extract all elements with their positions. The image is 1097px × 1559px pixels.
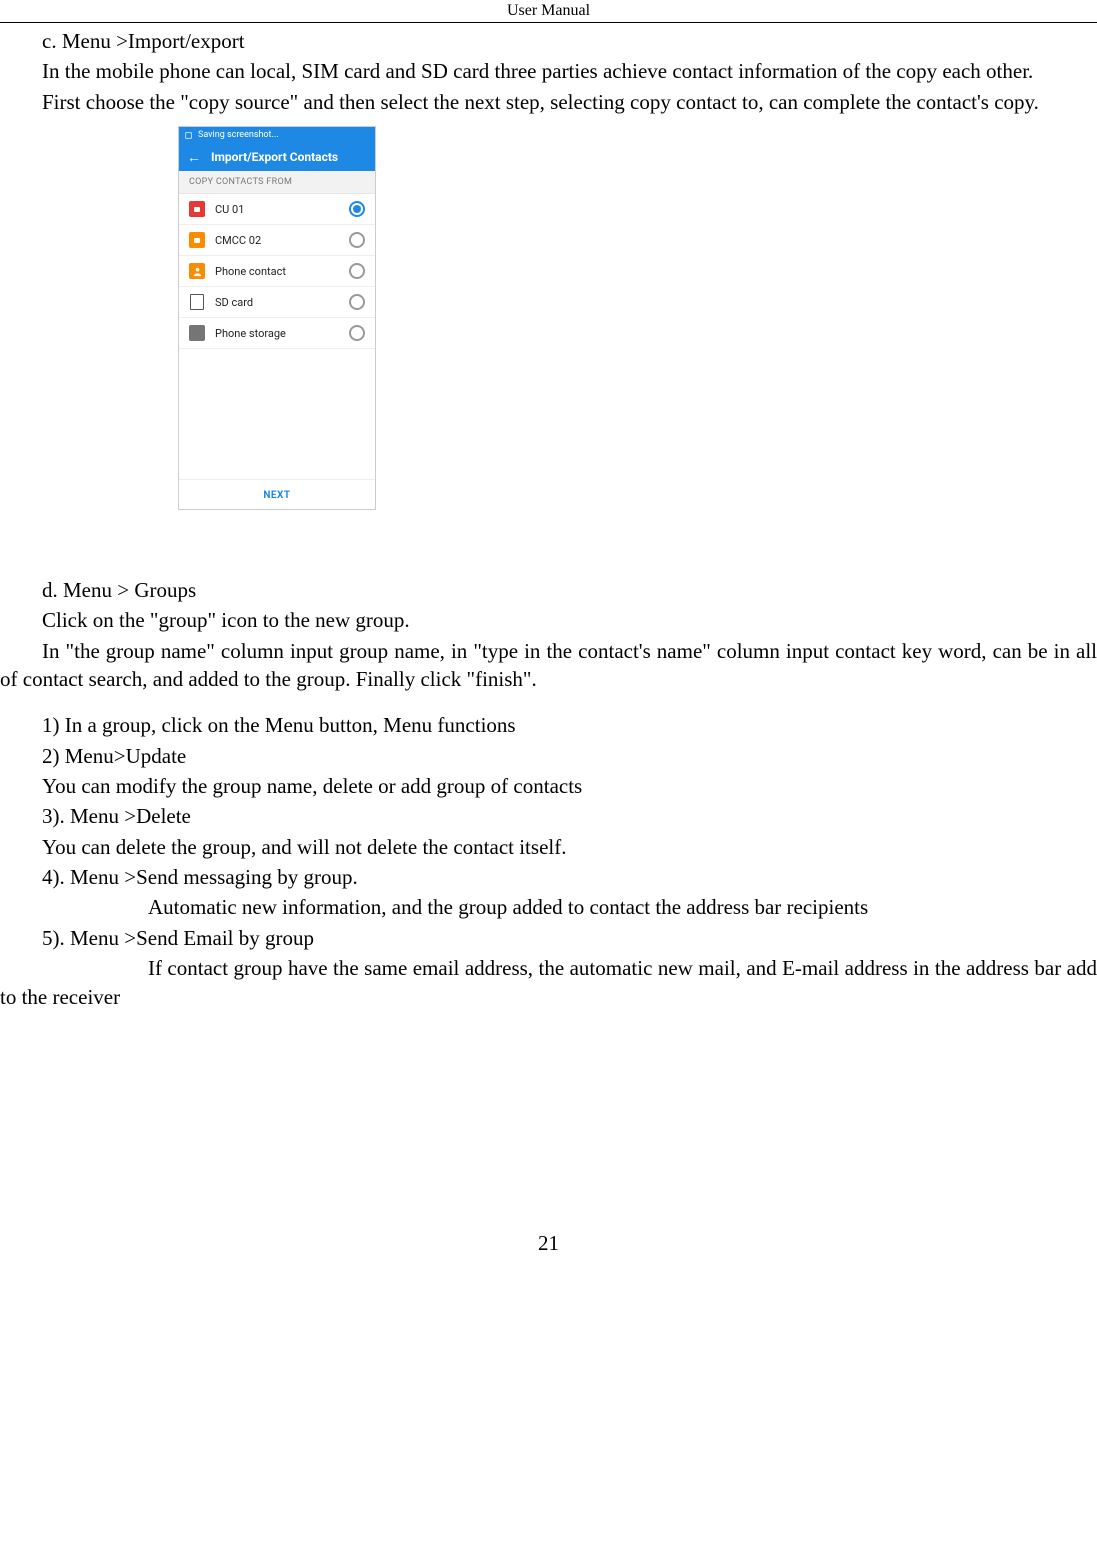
row-label: CMCC 02: [215, 234, 349, 247]
row-label: Phone contact: [215, 265, 349, 278]
list-item-3b: You can delete the group, and will not d…: [42, 833, 1097, 861]
sd-card-icon: [189, 294, 205, 310]
list-item-5: 5). Menu >Send Email by group: [42, 924, 1097, 952]
phone-screenshot: Saving screenshot... ← Import/Export Con…: [178, 126, 1097, 510]
blank-line: [0, 695, 1097, 709]
copy-source-row-sd-card[interactable]: SD card: [179, 287, 375, 318]
row-label: SD card: [215, 296, 349, 309]
row-label: CU 01: [215, 203, 349, 216]
list-item-1: 1) In a group, click on the Menu button,…: [42, 711, 1097, 739]
radio-selected-icon[interactable]: [349, 201, 365, 217]
list-item-3: 3). Menu >Delete: [42, 802, 1097, 830]
screenshot-icon: [185, 132, 192, 139]
phone-statusbar: Saving screenshot...: [179, 127, 375, 143]
storage-icon: [189, 325, 205, 341]
next-button[interactable]: NEXT: [179, 479, 375, 509]
phone-appbar: ← Import/Export Contacts: [179, 143, 375, 171]
sim-icon: [189, 232, 205, 248]
list-item-5b: If contact group have the same email add…: [0, 954, 1097, 1011]
section-c-title: c. Menu >Import/export: [42, 27, 1097, 55]
list-item-2: 2) Menu>Update: [42, 742, 1097, 770]
list-item-5b-text: If contact group have the same email add…: [0, 956, 1097, 1008]
back-icon[interactable]: ←: [187, 149, 201, 166]
appbar-title: Import/Export Contacts: [211, 150, 338, 164]
phone-blank-area: [179, 349, 375, 479]
section-c-para2: First choose the "copy source" and then …: [0, 88, 1097, 116]
header-rule: [0, 22, 1097, 23]
radio-icon[interactable]: [349, 263, 365, 279]
sim-icon: [189, 201, 205, 217]
radio-icon[interactable]: [349, 232, 365, 248]
section-d-para2-text: In "the group name" column input group n…: [0, 639, 1097, 691]
section-c-para1-text: In the mobile phone can local, SIM card …: [42, 59, 1033, 83]
section-d-para1: Click on the "group" icon to the new gro…: [42, 606, 1097, 634]
row-label: Phone storage: [215, 327, 349, 340]
radio-icon[interactable]: [349, 325, 365, 341]
section-c-para1: In the mobile phone can local, SIM card …: [0, 57, 1097, 85]
copy-source-row-phone-contact[interactable]: Phone contact: [179, 256, 375, 287]
radio-icon[interactable]: [349, 294, 365, 310]
copy-source-row-phone-storage[interactable]: Phone storage: [179, 318, 375, 349]
section-d-para2: In "the group name" column input group n…: [0, 637, 1097, 694]
page-header: User Manual: [0, 0, 1097, 22]
list-item-2b: You can modify the group name, delete or…: [42, 772, 1097, 800]
list-item-4: 4). Menu >Send messaging by group.: [42, 863, 1097, 891]
copy-source-row-cu01[interactable]: CU 01: [179, 194, 375, 225]
section-c-para2-text: First choose the "copy source" and then …: [42, 90, 1039, 114]
copy-from-label: COPY CONTACTS FROM: [179, 171, 375, 194]
section-d-title: d. Menu > Groups: [42, 576, 1097, 604]
phone-status-text: Saving screenshot...: [198, 130, 279, 140]
contact-icon: [189, 263, 205, 279]
copy-source-row-cmcc02[interactable]: CMCC 02: [179, 225, 375, 256]
list-item-4b: Automatic new information, and the group…: [0, 893, 1097, 921]
page-number: 21: [0, 1231, 1097, 1276]
